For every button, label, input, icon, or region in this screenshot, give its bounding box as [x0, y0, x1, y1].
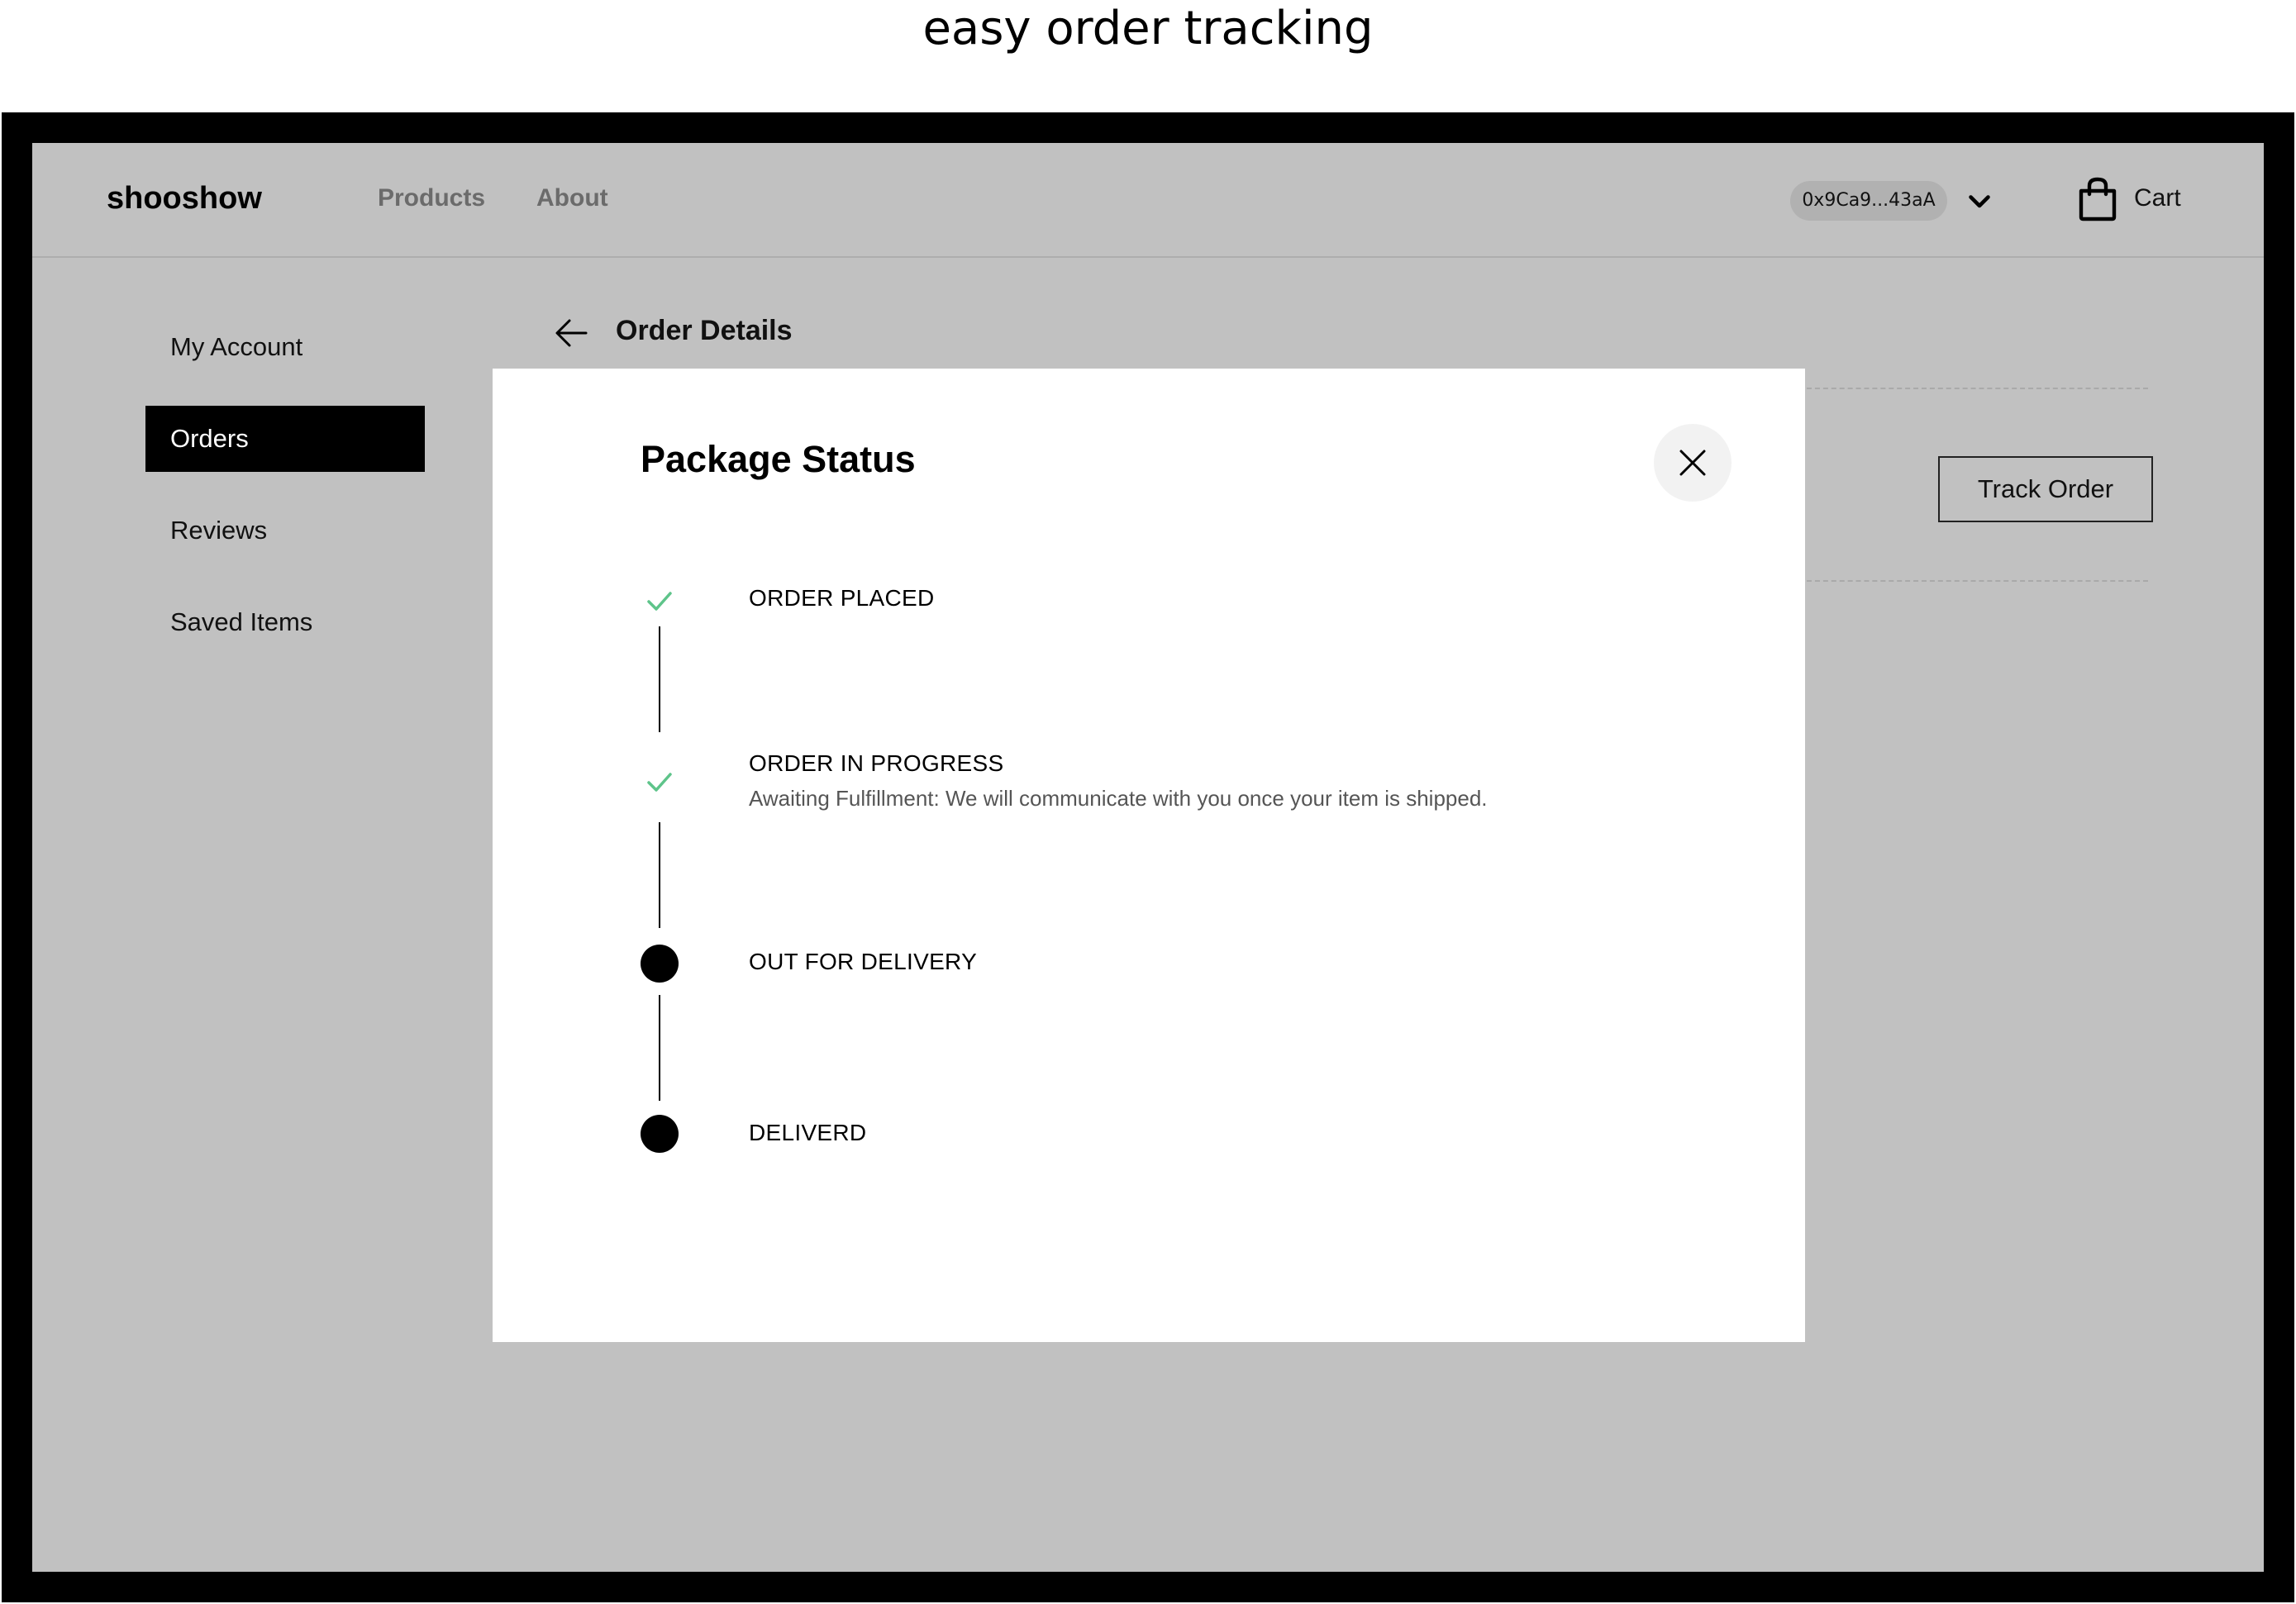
- nav-about-link[interactable]: About: [536, 184, 608, 212]
- step-label-order-placed: ORDER PLACED: [749, 585, 935, 611]
- chevron-down-icon[interactable]: [1965, 186, 1994, 216]
- pending-dot-icon: [641, 1115, 679, 1153]
- step-connector: [659, 995, 660, 1101]
- top-navigation-bar: shooshow Products About 0x9Ca9...43aA Ca…: [32, 143, 2264, 258]
- order-details-title: Order Details: [616, 315, 793, 346]
- step-connector: [659, 626, 660, 732]
- cart-label[interactable]: Cart: [2134, 184, 2181, 212]
- check-icon: [647, 773, 672, 792]
- arrow-left-icon[interactable]: [553, 317, 589, 350]
- package-status-modal: Package Status ORDER PLACED ORDER IN PRO…: [493, 369, 1805, 1342]
- divider: [1807, 580, 2148, 582]
- pending-dot-icon: [641, 945, 679, 983]
- step-label-delivered: DELIVERD: [749, 1120, 867, 1145]
- step-connector: [659, 822, 660, 928]
- page-caption: easy order tracking: [922, 2, 1374, 55]
- sidebar-item-reviews[interactable]: Reviews: [145, 497, 425, 564]
- sidebar-item-my-account[interactable]: My Account: [145, 314, 425, 380]
- nav-products-link[interactable]: Products: [378, 184, 485, 212]
- sidebar-item-orders[interactable]: Orders: [145, 406, 425, 472]
- step-label-out-for-delivery: OUT FOR DELIVERY: [749, 949, 978, 974]
- track-order-button[interactable]: Track Order: [1938, 456, 2153, 522]
- wallet-address-pill[interactable]: 0x9Ca9...43aA: [1790, 181, 1947, 221]
- device-frame: shooshow Products About 0x9Ca9...43aA Ca…: [2, 112, 2294, 1602]
- check-icon: [647, 592, 672, 611]
- app-screen: shooshow Products About 0x9Ca9...43aA Ca…: [32, 143, 2264, 1572]
- shopping-bag-icon[interactable]: [2076, 176, 2119, 222]
- modal-title: Package Status: [641, 438, 916, 480]
- brand-logo[interactable]: shooshow: [107, 181, 262, 217]
- divider: [1807, 388, 2148, 389]
- sidebar-item-saved-items[interactable]: Saved Items: [145, 589, 425, 655]
- step-description: Awaiting Fulfillment: We will communicat…: [749, 786, 1488, 811]
- close-icon: [1679, 450, 1706, 476]
- step-label-order-in-progress: ORDER IN PROGRESS: [749, 750, 1004, 776]
- close-button[interactable]: [1654, 424, 1732, 502]
